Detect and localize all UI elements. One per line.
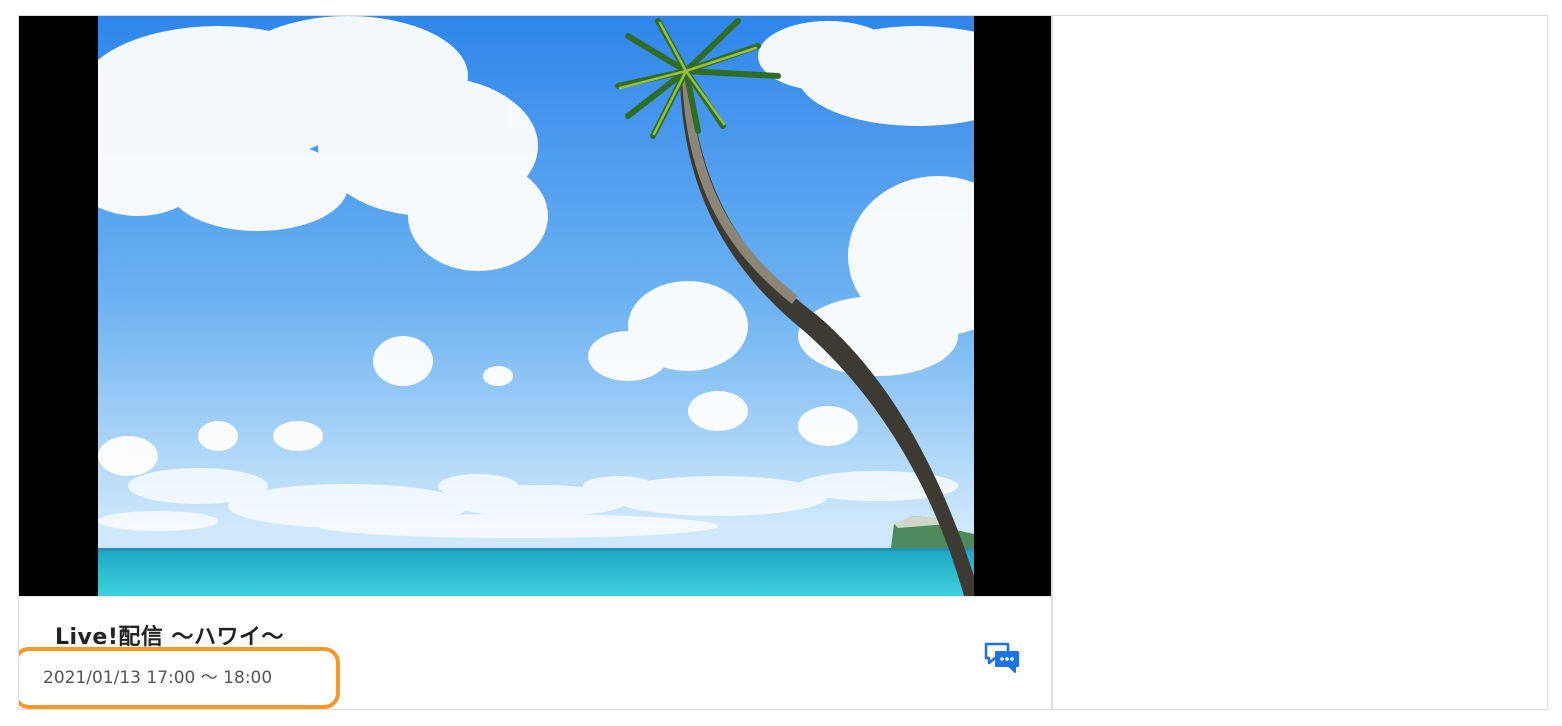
video-player[interactable] [19, 16, 1051, 596]
stream-time: 2021/01/13 17:00 ～ 18:00 [43, 668, 273, 688]
live-stream-card: Live!配信 ～ハワイ～ 2021/01/13 17:00 ～ 18:00 [18, 15, 1052, 710]
video-thumbnail[interactable] [98, 16, 974, 596]
stream-title[interactable]: Live!配信 ～ハワイ～ [55, 619, 284, 651]
chat-bubbles-icon [984, 642, 1019, 673]
chat-button[interactable] [983, 641, 1021, 677]
beach-palm-tree-icon [98, 16, 974, 596]
page: Live!配信 ～ハワイ～ 2021/01/13 17:00 ～ 18:00 [0, 0, 1562, 726]
stream-info: Live!配信 ～ハワイ～ 2021/01/13 17:00 ～ 18:00 [19, 596, 1051, 709]
side-panel [1052, 15, 1548, 710]
